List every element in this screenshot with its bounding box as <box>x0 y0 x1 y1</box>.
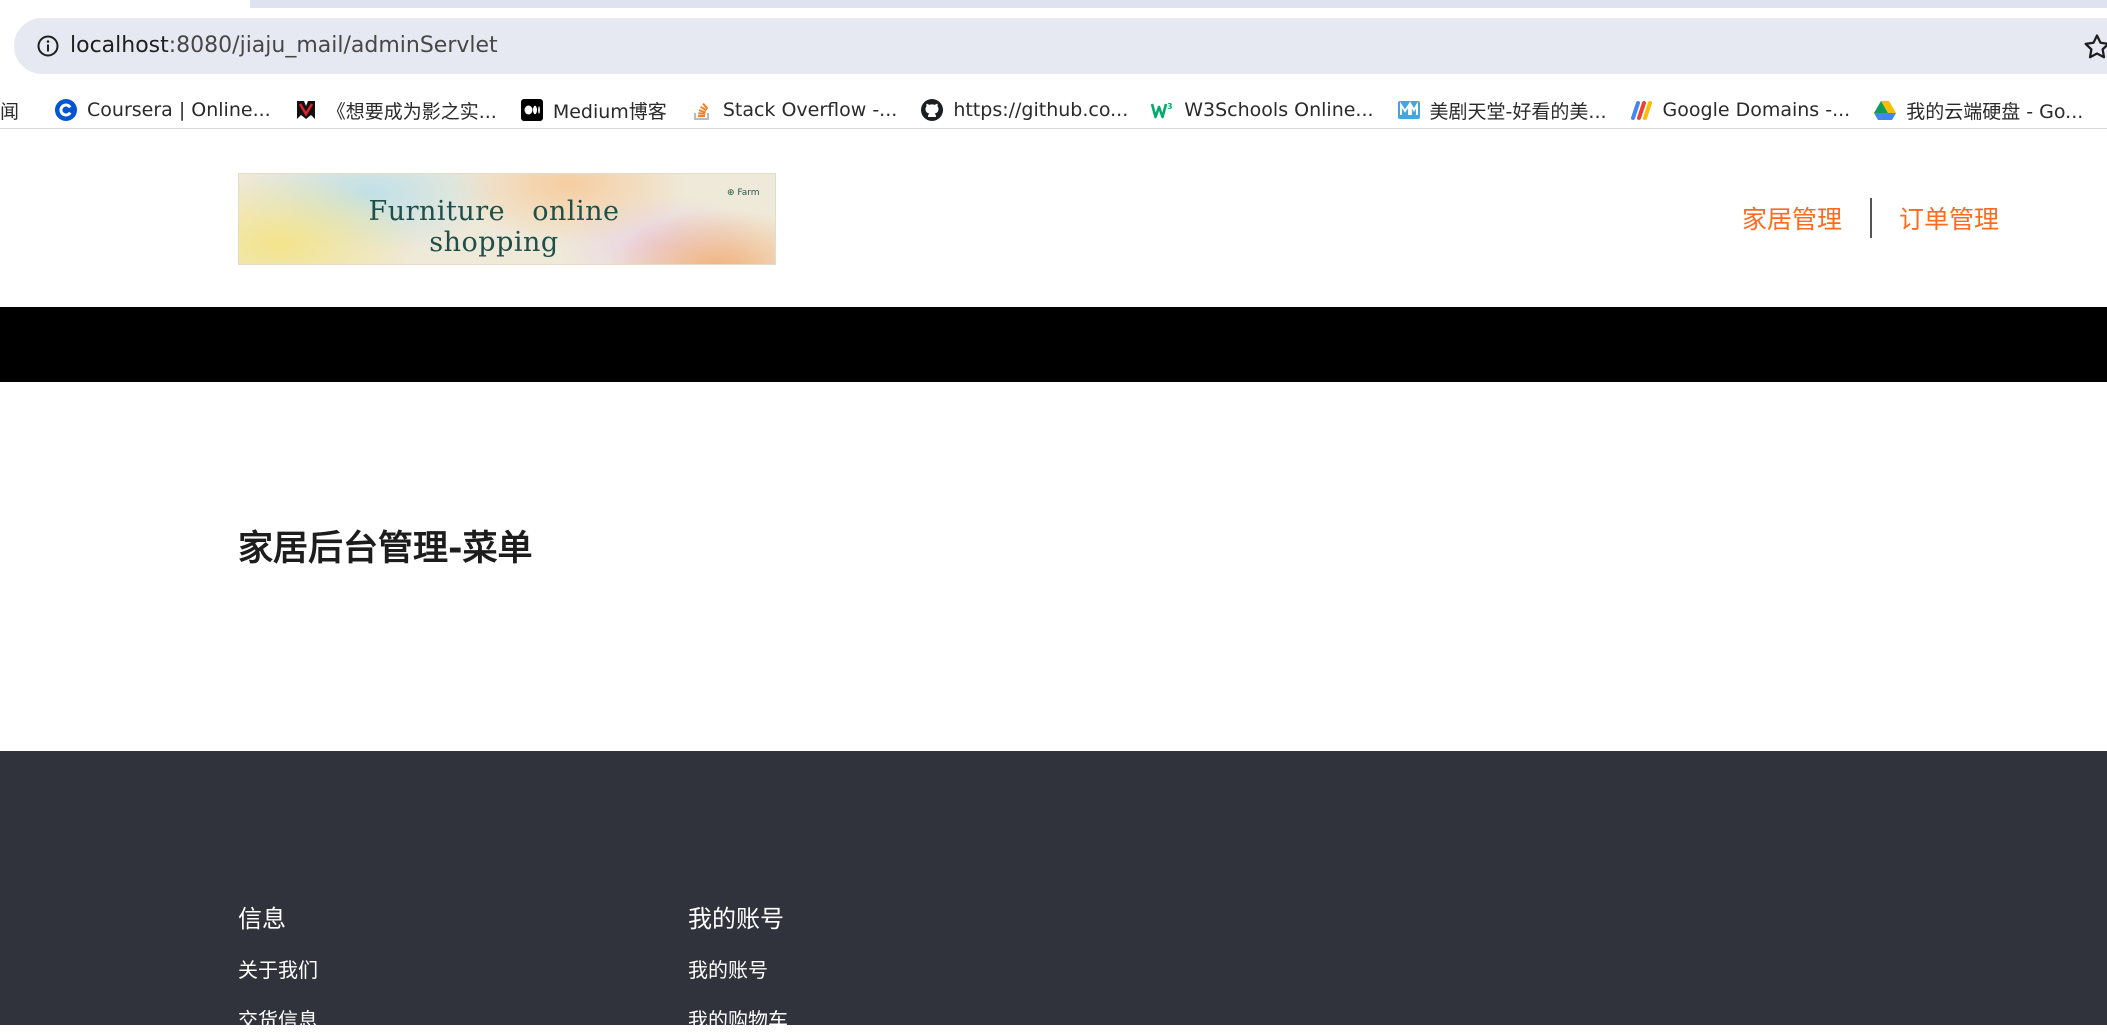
w3schools-icon: 3 <box>1151 98 1175 122</box>
bookmark-medium[interactable]: Medium博客 <box>520 90 679 130</box>
bookmark-label: Google Domains -... <box>1662 99 1851 121</box>
header-band <box>0 307 2107 382</box>
bookmark-label: 我的云端硬盘 - Go... <box>1906 100 2084 123</box>
page-title: 家居后台管理-菜单 <box>238 529 533 569</box>
bookmark-label: Medium博客 <box>552 100 667 123</box>
url-path: :8080/jiaju_mail/adminServlet <box>168 33 498 58</box>
nav-separator <box>1870 198 1873 238</box>
address-bar[interactable]: localhost:8080/jiaju_mail/adminServlet <box>14 18 2107 74</box>
bookmark-label: 美剧天堂-好看的美... <box>1429 100 1607 123</box>
address-url[interactable]: localhost:8080/jiaju_mail/adminServlet <box>70 18 498 74</box>
site-logo[interactable]: Furniture online shopping ⊕ Farm <box>238 173 776 265</box>
svg-text:3: 3 <box>1167 102 1173 111</box>
bookmarks-bar: 闻 Coursera | Online... 《想要成为影之实... Mediu… <box>0 86 2107 134</box>
bookmark-label: 《想要成为影之实... <box>326 100 497 123</box>
github-icon <box>920 98 944 122</box>
bookmark-star-icon[interactable] <box>2082 32 2107 62</box>
footer-column-info: 信息 关于我们 交货信息 <box>238 899 318 1034</box>
browser-toolbar: localhost:8080/jiaju_mail/adminServlet 闻… <box>0 8 2107 128</box>
bookmark-label: Coursera | Online... <box>87 99 271 121</box>
footer-link-delivery[interactable]: 交货信息 <box>238 1006 318 1034</box>
footer-column-title: 信息 <box>238 905 286 933</box>
bookmark-label: W3Schools Online... <box>1184 99 1374 121</box>
bookmark-stackoverflow[interactable]: Stack Overflow -... <box>690 90 910 130</box>
site-footer: 信息 关于我们 交货信息 我的账号 我的账号 我的购物车 <box>0 751 2107 1032</box>
footer-column-account: 我的账号 我的账号 我的购物车 <box>688 899 788 1034</box>
nav-order-management[interactable]: 订单管理 <box>1899 200 1999 236</box>
meijutt-icon <box>1397 98 1421 122</box>
bookmark-coursera[interactable]: Coursera | Online... <box>54 90 283 130</box>
bookmark-red-icon <box>294 98 318 122</box>
active-tab-edge[interactable] <box>250 0 2107 8</box>
bookmark-partial[interactable]: 闻 <box>0 90 33 130</box>
footer-link-my-cart[interactable]: 我的购物车 <box>688 1006 788 1034</box>
stackoverflow-icon <box>690 98 714 122</box>
bookmark-meijutt[interactable]: 美剧天堂-好看的美... <box>1397 90 1619 130</box>
bookmark-w3schools[interactable]: 3 W3Schools Online... <box>1151 90 1385 130</box>
google-domains-icon <box>1630 98 1654 122</box>
logo-mark: ⊕ Farm <box>727 188 760 198</box>
tab-strip-edge <box>0 0 2107 8</box>
medium-icon <box>520 98 544 122</box>
url-host: localhost <box>70 33 169 58</box>
google-drive-icon <box>1873 98 1897 122</box>
admin-nav: 家居管理 订单管理 <box>1742 197 1999 239</box>
footer-column-title: 我的账号 <box>688 905 784 933</box>
nav-furniture-management[interactable]: 家居管理 <box>1742 200 1842 236</box>
bookmark-google-domains[interactable]: Google Domains -... <box>1630 90 1863 130</box>
footer-link-about[interactable]: 关于我们 <box>238 956 318 984</box>
logo-text: Furniture online shopping <box>368 196 620 258</box>
bookmark-label: https://github.co... <box>953 99 1129 121</box>
bookmark-label: Stack Overflow -... <box>722 99 898 121</box>
bookmark-google-drive[interactable]: 我的云端硬盘 - Go... <box>1873 90 2095 130</box>
footer-link-list: 我的账号 我的购物车 <box>688 956 788 1034</box>
site-header: Furniture online shopping ⊕ Farm 家居管理 订单… <box>0 129 2107 307</box>
bookmark-shadow[interactable]: 《想要成为影之实... <box>294 90 509 130</box>
site-info-icon[interactable] <box>36 34 60 58</box>
coursera-icon <box>54 98 78 122</box>
bookmark-label: 闻 <box>0 100 20 123</box>
main-content: 家居后台管理-菜单 <box>0 382 2107 751</box>
footer-link-my-account[interactable]: 我的账号 <box>688 956 788 984</box>
bookmark-github[interactable]: https://github.co... <box>920 90 1140 130</box>
footer-link-list: 关于我们 交货信息 <box>238 956 318 1034</box>
